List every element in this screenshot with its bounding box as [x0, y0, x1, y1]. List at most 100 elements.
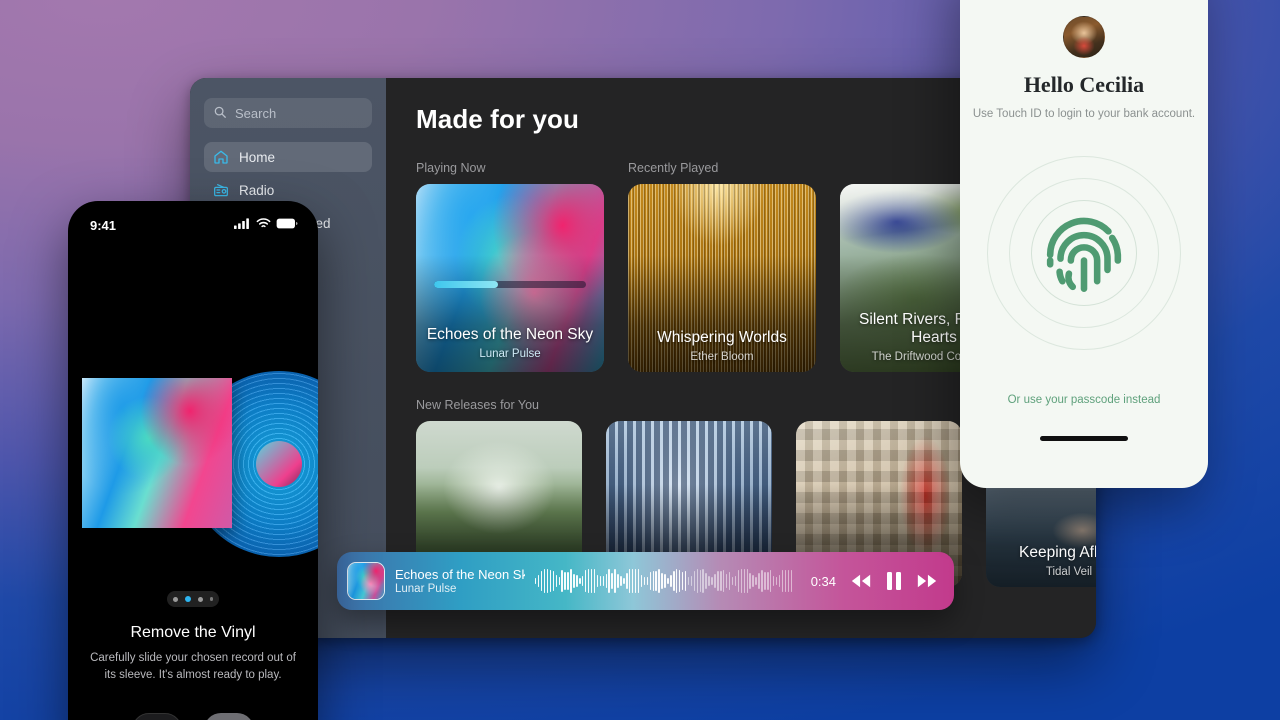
waveform-bar [584, 570, 587, 592]
waveform-bar [673, 571, 675, 591]
back-button[interactable] [132, 713, 182, 720]
search-icon [213, 105, 227, 122]
waveform-bar [537, 575, 540, 587]
sidebar-item-label: Radio [239, 182, 275, 198]
touchid-target[interactable] [987, 156, 1181, 351]
waveform-bar [770, 569, 772, 593]
waveform-bar [561, 569, 563, 593]
recently-played-card[interactable]: Whispering Worlds Ether Bloom [628, 184, 816, 372]
waveform-bar [567, 571, 569, 591]
waveform-bar [555, 575, 557, 587]
waveform-bar [702, 569, 704, 593]
waveform-bar [737, 570, 740, 592]
waveform-bar [540, 571, 543, 591]
waveform-bar [670, 575, 672, 587]
desktop-background: Search Home Radio Made for you Playing N… [0, 0, 1280, 720]
playing-now-card[interactable]: Echoes of the Neon Sky Lunar Pulse [416, 184, 604, 372]
track-title: Echoes of the Neon Sky [426, 326, 594, 344]
rewind-icon[interactable] [850, 572, 872, 590]
waveform-bar [582, 575, 584, 587]
section-label-playing-now: Playing Now [416, 161, 486, 175]
waveform-bar [634, 569, 637, 593]
waveform-bar [676, 569, 678, 593]
waveform-bar [723, 569, 725, 593]
search-input[interactable]: Search [204, 98, 372, 128]
bank-touchid-phone[interactable]: Hello Cecilia Use Touch ID to login to y… [960, 0, 1208, 488]
waveform-bar [626, 573, 628, 589]
home-indicator[interactable] [1040, 436, 1128, 442]
waveform-bar [790, 569, 792, 593]
status-time: 9:41 [90, 217, 117, 233]
waveform-bar [629, 569, 631, 593]
passcode-link[interactable]: Or use your passcode instead [1008, 394, 1161, 406]
waveform-scrubber[interactable] [535, 568, 793, 594]
waveform-bar [714, 573, 716, 589]
onboarding-heading: Remove the Vinyl [130, 624, 256, 641]
waveform-bar [649, 571, 651, 591]
pause-icon[interactable] [886, 571, 902, 591]
waveform-bar [775, 577, 778, 585]
waveform-bar [784, 570, 787, 592]
waveform-bar [573, 574, 575, 588]
waveform-bar [781, 570, 784, 592]
waveform-bar [590, 569, 593, 593]
home-icon [213, 149, 229, 165]
sidebar-item-home[interactable]: Home [204, 142, 372, 172]
waveform-bar [640, 575, 643, 587]
waveform-bar [708, 576, 710, 586]
greeting-title: Hello Cecilia [1023, 72, 1145, 97]
avatar[interactable] [1063, 16, 1105, 58]
waveform-bar [734, 576, 737, 586]
waveform-bar [743, 569, 745, 593]
track-title: Keeping Afloat [1019, 544, 1096, 562]
waveform-bar [728, 571, 731, 591]
waveform-bar [731, 577, 734, 585]
track-title: Whispering Worlds [657, 329, 787, 347]
vinyl-app-phone[interactable]: 9:41 Remove the Vinyl Carefully slide yo… [68, 201, 318, 720]
battery-icon [276, 216, 298, 234]
waveform-bar [543, 569, 546, 593]
waveform-bar [570, 569, 572, 593]
player-album-art [347, 562, 385, 600]
waveform-bar [764, 571, 766, 591]
now-playing-player-bar[interactable]: Echoes of the Neon Sky Lunar Pulse 0:34 [337, 552, 954, 610]
waveform-bar [602, 575, 604, 587]
step-dot[interactable] [172, 596, 178, 602]
waveform-bar [711, 577, 713, 585]
player-elapsed-time: 0:34 [810, 573, 836, 589]
onboarding-body: Carefully slide your chosen record out o… [90, 652, 296, 681]
waveform-bar [552, 570, 555, 592]
step-dot-active[interactable] [184, 596, 191, 602]
fast-forward-icon[interactable] [916, 572, 938, 590]
album-sleeve[interactable] [82, 378, 232, 528]
waveform-bar [646, 576, 649, 586]
vinyl-stage [68, 241, 318, 571]
waveform-bar [717, 571, 719, 591]
waveform-bar [690, 575, 693, 587]
waveform-bar [579, 577, 581, 585]
search-placeholder: Search [235, 105, 277, 121]
track-artist: Tidal Veil [1045, 566, 1093, 578]
next-button[interactable] [204, 713, 254, 720]
waveform-bar [614, 569, 616, 593]
waveform-bar [658, 569, 660, 593]
waveform-bar [652, 570, 654, 592]
onboarding-step-dots[interactable] [167, 591, 219, 607]
waveform-bar [535, 578, 537, 584]
waveform-bar [687, 576, 690, 586]
waveform-bar [778, 574, 781, 588]
waveform-bar [611, 572, 613, 590]
track-artist: Lunar Pulse [479, 348, 541, 360]
step-dot[interactable] [197, 596, 203, 602]
waveform-bar [684, 571, 687, 591]
waveform-bar [761, 569, 763, 593]
waveform-bar [758, 573, 760, 589]
fingerprint-icon[interactable] [1037, 206, 1131, 300]
step-dot[interactable] [209, 597, 214, 601]
waveform-bar [620, 576, 622, 586]
waveform-bar [546, 569, 549, 593]
waveform-bar [746, 569, 748, 593]
playback-progress-bar[interactable] [434, 281, 586, 288]
waveform-bar [720, 571, 722, 591]
instruction-text: Use Touch ID to login to your bank accou… [972, 108, 1196, 120]
